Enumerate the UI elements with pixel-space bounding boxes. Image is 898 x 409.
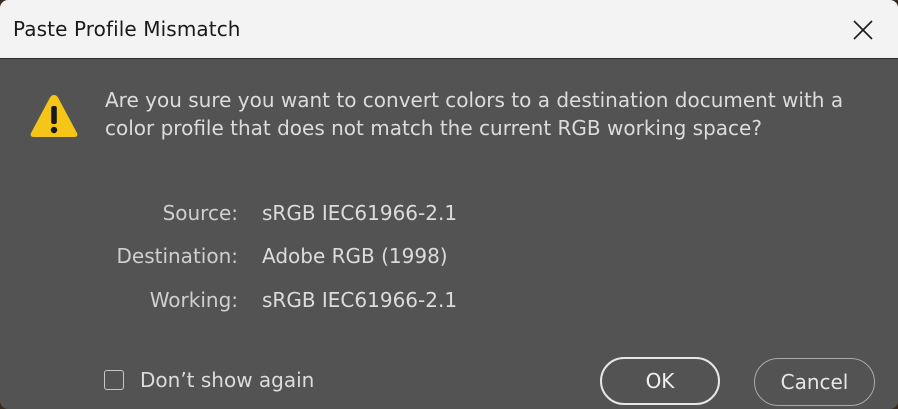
cancel-button-label: Cancel xyxy=(780,370,849,394)
ok-button-label: OK xyxy=(645,369,675,393)
warning-message: Are you sure you want to convert colors … xyxy=(105,88,844,140)
close-icon xyxy=(853,20,873,40)
cancel-button[interactable]: Cancel xyxy=(754,358,875,406)
destination-value: Adobe RGB (1998) xyxy=(262,244,448,268)
dont-show-again-label[interactable]: Don’t show again xyxy=(140,368,314,392)
dont-show-again-checkbox[interactable] xyxy=(104,370,124,390)
working-label: Working: xyxy=(149,288,238,312)
destination-label: Destination: xyxy=(116,244,238,268)
working-value: sRGB IEC61966-2.1 xyxy=(262,288,458,312)
close-button[interactable] xyxy=(838,8,888,52)
paste-profile-mismatch-dialog: Paste Profile Mismatch Are you sure you … xyxy=(0,0,898,409)
source-value: sRGB IEC61966-2.1 xyxy=(262,201,458,225)
source-label: Source: xyxy=(162,201,238,225)
warning-icon xyxy=(30,95,78,137)
dialog-title: Paste Profile Mismatch xyxy=(13,17,241,41)
title-bar: Paste Profile Mismatch xyxy=(0,0,898,59)
ok-button[interactable]: OK xyxy=(600,357,720,405)
